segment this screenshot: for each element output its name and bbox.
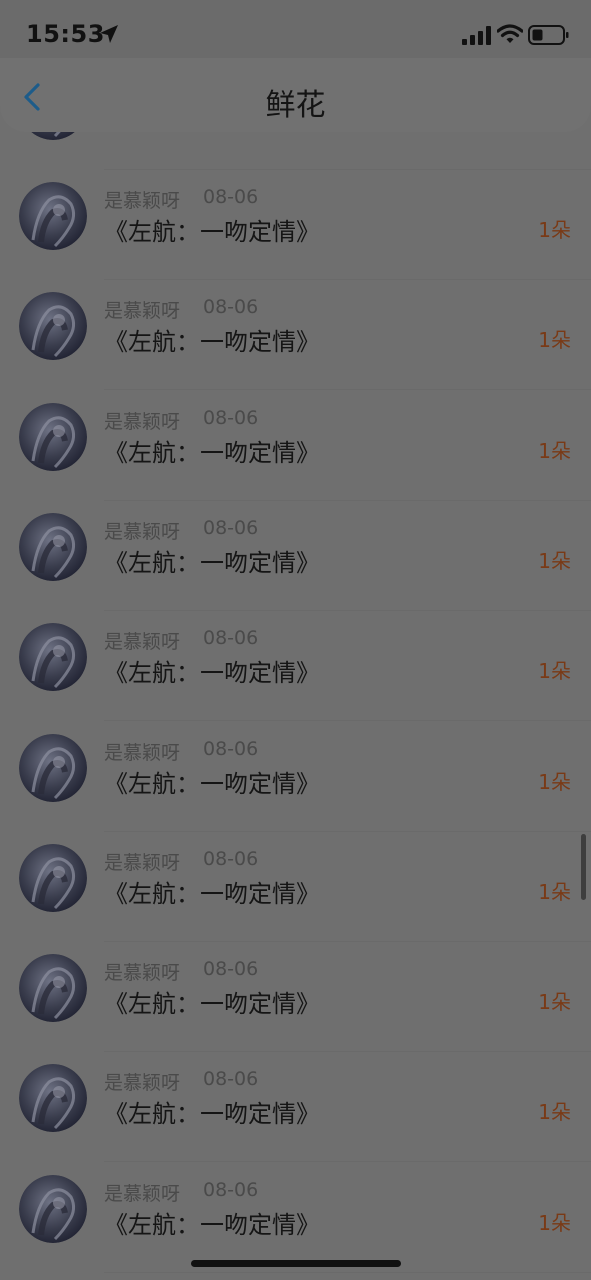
user-name[interactable]: 是慕颖呀 [104, 848, 180, 875]
flower-count: 1朵 [538, 1210, 571, 1235]
list-item[interactable]: 是慕颖呀 08-06 《左航：一吻定情》 1朵 [0, 832, 591, 942]
book-title[interactable]: 《左航：一吻定情》 [104, 764, 320, 799]
list-item[interactable]: 是慕颖呀 08-06 《左航：一吻定情》 1朵 [0, 942, 591, 1053]
flower-count: 1朵 [538, 1100, 571, 1125]
avatar[interactable] [19, 512, 87, 581]
book-title[interactable]: 《左航：一吻定情》 [104, 212, 320, 247]
flower-count: 1朵 [538, 769, 571, 794]
avatar[interactable] [19, 1174, 87, 1243]
avatar[interactable] [19, 402, 87, 471]
user-name[interactable]: 是慕颖呀 [104, 738, 180, 765]
user-name[interactable]: 是慕颖呀 [104, 517, 180, 544]
list-item[interactable]: 是慕颖呀 08-06 《左航：一吻定情》 1朵 [0, 1052, 591, 1163]
avatar[interactable] [19, 182, 87, 250]
list-item[interactable]: 是慕颖呀 08-06 《左航：一吻定情》 1朵 [0, 1163, 591, 1273]
nav-header: 鲜花 [0, 58, 591, 132]
item-date: 08-06 [203, 406, 259, 429]
list-item[interactable]: 是慕颖呀 08-06 《左航：一吻定情》 1朵 [0, 391, 591, 501]
flower-count: 1朵 [538, 218, 571, 242]
item-date: 08-06 [203, 737, 259, 760]
flower-list[interactable]: 是慕颖呀 08-06 《左航：一吻定情》 1朵 是慕颖呀 08-06 《左航：一吻定情》 1朵… [0, 120, 591, 1280]
avatar[interactable] [19, 733, 87, 802]
location-arrow-icon [100, 25, 118, 43]
avatar[interactable] [19, 292, 87, 361]
item-date: 08-06 [203, 627, 259, 650]
home-indicator[interactable] [191, 1260, 401, 1267]
book-title[interactable]: 《左航：一吻定情》 [104, 1094, 320, 1129]
status-time: 15:53 [26, 20, 105, 48]
user-name[interactable]: 是慕颖呀 [104, 1179, 180, 1206]
flower-count: 1朵 [538, 659, 571, 684]
item-date: 08-06 [203, 516, 259, 539]
item-date: 08-06 [203, 186, 259, 208]
item-date: 08-06 [203, 1068, 259, 1091]
user-name[interactable]: 是慕颖呀 [104, 296, 180, 323]
cellular-signal-icon [462, 26, 491, 45]
avatar[interactable] [19, 1064, 87, 1133]
user-name[interactable]: 是慕颖呀 [104, 186, 180, 213]
divider [104, 1271, 591, 1273]
item-date: 08-06 [203, 296, 259, 319]
page-title: 鲜花 [265, 88, 326, 123]
avatar[interactable] [19, 623, 87, 692]
avatar[interactable] [19, 954, 87, 1023]
item-date: 08-06 [203, 847, 259, 870]
book-title[interactable]: 《左航：一吻定情》 [104, 653, 320, 688]
scrollbar-thumb[interactable] [581, 834, 586, 900]
list-item[interactable]: 是慕颖呀 08-06 《左航：一吻定情》 1朵 [0, 170, 591, 280]
item-date: 08-06 [203, 958, 259, 981]
flower-count: 1朵 [538, 548, 571, 573]
list-item[interactable]: 是慕颖呀 08-06 《左航：一吻定情》 1朵 [0, 722, 591, 832]
user-name[interactable]: 是慕颖呀 [104, 1068, 180, 1095]
book-title[interactable]: 《左航：一吻定情》 [104, 543, 320, 578]
status-bar: 15:53 [0, 0, 591, 62]
user-name[interactable]: 是慕颖呀 [104, 407, 180, 434]
wifi-icon [497, 24, 523, 43]
flower-count: 1朵 [538, 879, 571, 904]
list-item[interactable]: 是慕颖呀 08-06 《左航：一吻定情》 1朵 [0, 501, 591, 611]
list-item[interactable]: 是慕颖呀 08-06 《左航：一吻定情》 1朵 [0, 611, 591, 722]
user-name[interactable]: 是慕颖呀 [104, 958, 180, 985]
book-title[interactable]: 《左航：一吻定情》 [104, 874, 320, 909]
book-title[interactable]: 《左航：一吻定情》 [104, 984, 320, 1019]
item-date: 08-06 [203, 1178, 259, 1201]
book-title[interactable]: 《左航：一吻定情》 [104, 1205, 320, 1240]
book-title[interactable]: 《左航：一吻定情》 [104, 322, 320, 357]
avatar[interactable] [19, 843, 87, 912]
book-title[interactable]: 《左航：一吻定情》 [104, 433, 320, 468]
list-item[interactable]: 是慕颖呀 08-06 《左航：一吻定情》 1朵 [0, 280, 591, 391]
flower-count: 1朵 [538, 328, 571, 353]
flower-count: 1朵 [538, 438, 571, 463]
battery-icon [528, 25, 569, 45]
user-name[interactable]: 是慕颖呀 [104, 627, 180, 654]
flower-count: 1朵 [538, 990, 571, 1015]
